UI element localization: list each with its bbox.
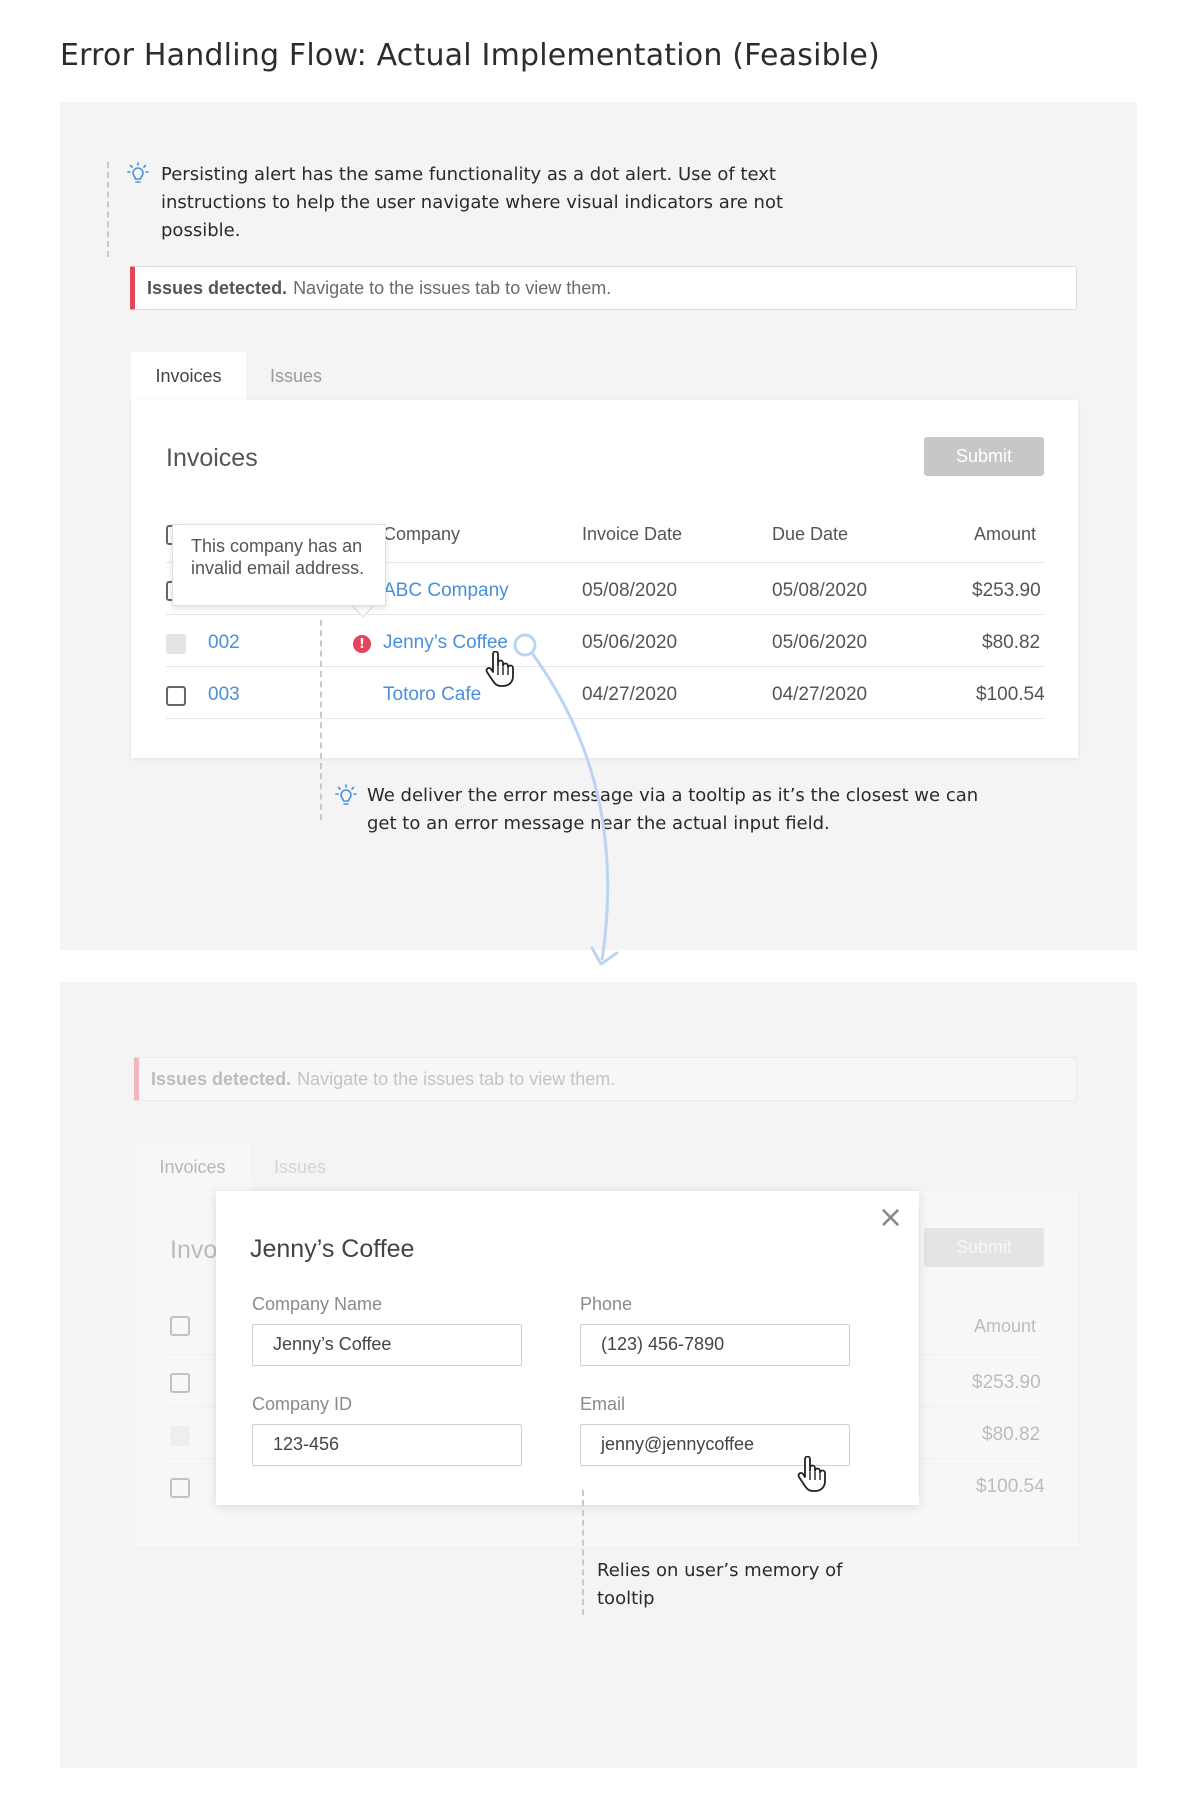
close-icon[interactable]: × [878,1203,903,1233]
annotation-dashed-line [107,162,109,257]
submit-button[interactable]: Submit [924,437,1044,476]
due-date: 04/27/2020 [772,684,868,705]
company-name-input[interactable]: Jenny’s Coffee [252,1324,522,1366]
invoice-date: 05/08/2020 [582,580,678,601]
email-label: Email [580,1394,626,1414]
error-icon[interactable]: ! [353,635,371,653]
annotation-memory-note: Relies on user’s memory of tooltip [597,1560,843,1609]
company-link[interactable]: Totoro Cafe [383,684,481,706]
company-id-input[interactable]: 123-456 [252,1424,522,1466]
pointer-hand-icon [797,1456,826,1492]
modal-title: Jenny’s Coffee [250,1235,415,1263]
error-tooltip: This company has an invalid email addres… [172,524,386,606]
column-header-due-date: Due Date [772,524,849,544]
lightbulb-icon [127,162,149,183]
annotation-persisting-alert: Persisting alert has the same functional… [161,164,784,241]
amount: $80.82 [982,632,1041,653]
due-date: 05/06/2020 [772,632,868,653]
column-header-invoice-date: Invoice Date [582,524,683,544]
tab-issues[interactable]: Issues [246,352,346,400]
phone-label: Phone [580,1294,633,1314]
alert-text: Navigate to the issues tab to view them. [293,277,612,298]
invoice-id-link[interactable]: 003 [208,684,240,706]
tab-invoices[interactable]: Invoices [131,352,246,400]
due-date: 05/08/2020 [772,580,868,601]
annotation-dashed-line [582,1490,584,1615]
page-title: Error Handling Flow: Actual Implementati… [60,38,880,73]
amount: $253.90 [972,580,1041,601]
column-header-amount: Amount [974,524,1037,544]
company-name-label: Company Name [252,1294,383,1314]
card-title: Invoices [166,444,258,472]
alert-banner: Issues detected. Navigate to the issues … [130,266,1077,310]
company-link[interactable]: ABC Company [383,580,509,602]
alert-title: Issues detected. [147,277,288,298]
annotation-dashed-line [320,620,322,820]
row-divider [166,614,1044,615]
company-id-label: Company ID [252,1394,353,1414]
invoice-id-link[interactable]: 002 [208,632,240,654]
row-checkbox[interactable] [166,686,186,706]
column-header-company: Company [383,524,461,544]
annotation-tooltip-note: We deliver the error message via a toolt… [367,785,979,834]
row-checkbox-disabled [166,634,186,654]
phone-input[interactable]: (123) 456-7890 [580,1324,850,1366]
lightbulb-icon [335,784,357,805]
amount: $100.54 [976,684,1045,705]
flow-arrow [513,633,619,966]
